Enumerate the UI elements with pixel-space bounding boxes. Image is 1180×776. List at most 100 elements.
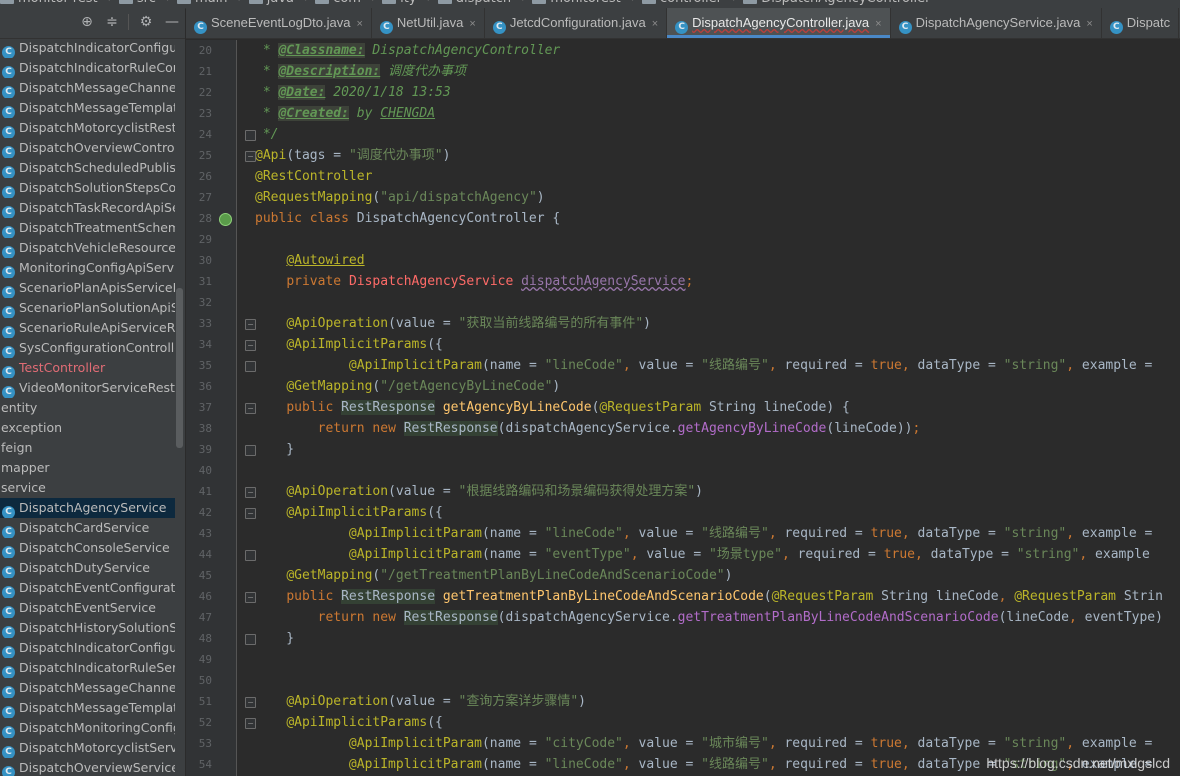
- breadcrumb-item[interactable]: src: [118, 0, 156, 6]
- breadcrumb-item[interactable]: controller: [641, 0, 722, 6]
- close-icon[interactable]: ×: [356, 18, 362, 30]
- breadcrumb-item[interactable]: main: [177, 0, 228, 6]
- tree-class-item[interactable]: C DispatchOverviewService: [0, 758, 175, 776]
- tree-class-item[interactable]: C DispatchMotorcyclistService: [0, 738, 175, 758]
- fold-start-icon[interactable]: −: [245, 487, 256, 498]
- fold-start-icon[interactable]: −: [245, 151, 256, 162]
- breadcrumb-item[interactable]: monitorest: [532, 0, 621, 6]
- tree-class-item[interactable]: C DispatchHistorySolutionServi: [0, 618, 175, 638]
- tree-class-item[interactable]: C DispatchMessageChannelCor: [0, 78, 175, 98]
- java-class-icon: C: [2, 86, 15, 98]
- code-token: (name =: [481, 526, 545, 541]
- fold-start-icon[interactable]: −: [245, 697, 256, 708]
- tree-class-item[interactable]: C DispatchSolutionStepsContro: [0, 178, 175, 198]
- tree-class-item[interactable]: C DispatchTaskRecordApiServi: [0, 198, 175, 218]
- tree-folder-item[interactable]: feign: [0, 438, 175, 458]
- editor-tab[interactable]: C JetcdConfiguration.java ×: [485, 8, 668, 38]
- tree-class-item[interactable]: C VideoMonitorServiceRest: [0, 378, 175, 398]
- tree-class-item[interactable]: C DispatchScheduledPublished: [0, 158, 175, 178]
- editor-tab[interactable]: C DispatchAgencyController.java ×: [667, 8, 891, 38]
- fold-start-icon[interactable]: −: [245, 403, 256, 414]
- tree-class-item[interactable]: C DispatchIndicatorRuleContro: [0, 58, 175, 78]
- fold-start-icon[interactable]: −: [245, 340, 256, 351]
- tree-class-item[interactable]: C MonitoringConfigApiServiceR: [0, 258, 175, 278]
- code-line: * @Classname: DispatchAgencyController: [255, 40, 560, 61]
- fold-end-icon[interactable]: [245, 445, 256, 456]
- fold-start-icon[interactable]: −: [245, 592, 256, 603]
- crosshair-icon[interactable]: ⊕: [78, 13, 96, 31]
- editor-tab[interactable]: C NetUtil.java ×: [372, 8, 485, 38]
- tree-folder-item[interactable]: service: [0, 478, 175, 498]
- code-token: RestResponse: [341, 589, 436, 604]
- fold-end-icon[interactable]: [245, 550, 256, 561]
- tree-class-item[interactable]: C SysConfigurationController: [0, 338, 175, 358]
- tree-class-item[interactable]: C DispatchIndicatorRuleService: [0, 658, 175, 678]
- code-token: (dispatchAgencyService.: [497, 610, 678, 625]
- breadcrumb-item[interactable]: monitor-rest: [0, 0, 98, 6]
- fold-end-icon[interactable]: [245, 130, 256, 141]
- code-line: }: [255, 439, 294, 460]
- spring-bean-icon[interactable]: [219, 213, 232, 226]
- editor-tab[interactable]: C DispatchAgencyService.java ×: [891, 8, 1102, 38]
- tree-class-item[interactable]: C DispatchMessageTemplateCc: [0, 98, 175, 118]
- tree-class-item[interactable]: C ScenarioPlanSolutionApiServi: [0, 298, 175, 318]
- breadcrumb-items[interactable]: monitor-rest › src › main › java › com › ity › dispa…: [0, 0, 934, 6]
- line-number: 26: [198, 170, 212, 183]
- tree-folder-item[interactable]: mapper: [0, 458, 175, 478]
- code-editor[interactable]: * @Classname: DispatchAgencyController *…: [237, 40, 1180, 776]
- code-token: "/getAgencyByLineCode": [380, 379, 553, 394]
- code-token: @ApiImplicitParams: [286, 337, 428, 352]
- fold-start-icon[interactable]: −: [245, 319, 256, 330]
- code-token: required =: [784, 736, 871, 751]
- tree-class-item[interactable]: C DispatchMessageTemplateSe: [0, 698, 175, 718]
- breadcrumb-item[interactable]: dispatch: [437, 0, 511, 6]
- editor-tab[interactable]: C SceneEventLogDto.java ×: [186, 8, 372, 38]
- code-token: public: [286, 589, 342, 604]
- fold-end-icon[interactable]: [245, 361, 256, 372]
- tree-class-item[interactable]: C DispatchAgencyService: [0, 498, 175, 518]
- breadcrumb-item[interactable]: java: [248, 0, 294, 6]
- code-line: @ApiOperation(value = "获取当前线路编号的所有事件"): [255, 313, 651, 334]
- tree-class-item[interactable]: C DispatchMonitoringConfigSe: [0, 718, 175, 738]
- tree-class-item[interactable]: C DispatchVehicleResourceRest: [0, 238, 175, 258]
- close-icon[interactable]: ×: [1086, 18, 1092, 30]
- java-class-icon: C: [2, 286, 15, 298]
- tree-class-item[interactable]: C DispatchIndicatorConfigurati: [0, 638, 175, 658]
- close-icon[interactable]: ×: [469, 18, 475, 30]
- breadcrumb-item[interactable]: ity: [382, 0, 417, 6]
- fold-start-icon[interactable]: −: [245, 718, 256, 729]
- tree-class-item[interactable]: C DispatchEventConfigurationS: [0, 578, 175, 598]
- code-token: @ApiImplicitParam: [348, 526, 482, 541]
- fold-start-icon[interactable]: −: [245, 508, 256, 519]
- collapse-all-icon[interactable]: ≑: [103, 13, 121, 31]
- tree-class-item[interactable]: C DispatchTreatmentSchemeCo: [0, 218, 175, 238]
- tree-class-item[interactable]: C DispatchConsoleService: [0, 538, 175, 558]
- tree-folder-item[interactable]: entity: [0, 398, 175, 418]
- tree-class-item[interactable]: C DispatchOverviewController: [0, 138, 175, 158]
- minimize-icon[interactable]: —: [163, 13, 181, 31]
- code-token: "线路编号": [701, 358, 769, 373]
- close-icon[interactable]: ×: [875, 18, 881, 30]
- tree-class-item[interactable]: C TestController: [0, 358, 175, 378]
- editor-tab[interactable]: C Dispatc: [1102, 8, 1180, 38]
- breadcrumb-item[interactable]: DispatchAgencyController: [743, 0, 930, 6]
- tree-class-item[interactable]: C DispatchMessageChannelSer: [0, 678, 175, 698]
- tree-class-item[interactable]: C DispatchDutyService: [0, 558, 175, 578]
- tree-folder-item[interactable]: exception: [0, 418, 175, 438]
- close-icon[interactable]: ×: [652, 18, 658, 30]
- tree-class-item[interactable]: C ScenarioRuleApiServiceRest: [0, 318, 175, 338]
- breadcrumb-item[interactable]: com: [315, 0, 361, 6]
- tree-scrollbar[interactable]: [176, 288, 183, 448]
- tree-class-item[interactable]: C DispatchCardService: [0, 518, 175, 538]
- java-class-icon: C: [2, 66, 15, 78]
- tree-class-item[interactable]: C DispatchEventService: [0, 598, 175, 618]
- code-token: "根据线路编码和场景编码获得处理方案": [458, 484, 696, 499]
- gear-icon[interactable]: ⚙: [137, 13, 155, 31]
- tree-class-item[interactable]: C ScenarioPlanApisServiceRest: [0, 278, 175, 298]
- tree-item-label: entity: [1, 400, 38, 415]
- tree-item-label: DispatchMessageChannelCor: [19, 80, 175, 95]
- fold-end-icon[interactable]: [245, 634, 256, 645]
- tree-class-item[interactable]: C DispatchIndicatorConfigurati: [0, 38, 175, 58]
- tree-class-item[interactable]: C DispatchMotorcyclistRest: [0, 118, 175, 138]
